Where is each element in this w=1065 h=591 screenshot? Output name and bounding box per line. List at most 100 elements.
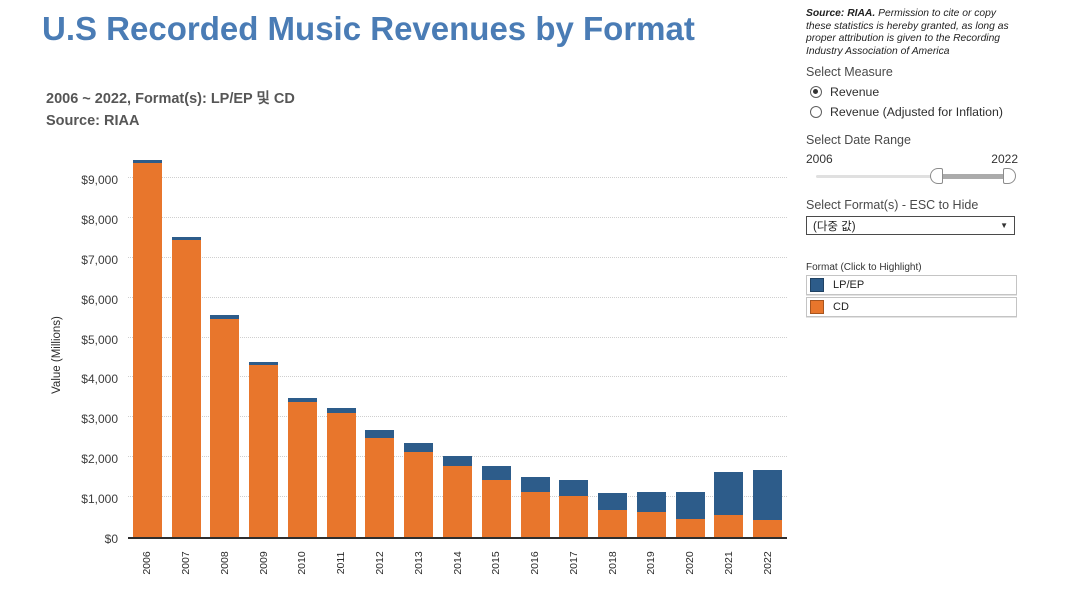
cd-segment[interactable] xyxy=(714,515,744,537)
x-tick-label: 2017 xyxy=(567,551,580,575)
select-measure-label: Select Measure xyxy=(806,65,893,80)
lpep-segment[interactable] xyxy=(753,469,783,521)
format-dropdown[interactable]: (다중 값) ▼ xyxy=(806,216,1015,236)
cd-segment[interactable] xyxy=(132,163,162,537)
lpep-segment[interactable] xyxy=(636,492,666,513)
x-axis-label-cell: 2011 xyxy=(322,543,361,583)
plot-area xyxy=(128,158,787,539)
lpep-segment[interactable] xyxy=(404,443,434,453)
cd-segment[interactable] xyxy=(636,512,666,537)
legend-title: Format (Click to Highlight) xyxy=(806,262,922,274)
bar-2016[interactable] xyxy=(516,477,555,537)
bar-2007[interactable] xyxy=(167,236,206,537)
radio-button-icon[interactable] xyxy=(810,86,822,99)
y-tick-label: $5,000 xyxy=(81,332,118,347)
bar-2019[interactable] xyxy=(632,492,671,537)
cd-color-swatch-icon xyxy=(810,300,824,315)
x-axis-label-cell: 2012 xyxy=(361,543,400,583)
format-dropdown-value: (다중 값) xyxy=(813,220,856,233)
cd-segment[interactable] xyxy=(404,452,434,537)
cd-segment[interactable] xyxy=(598,510,628,537)
slider-labels: 2006 2022 xyxy=(806,152,1018,166)
bar-2013[interactable] xyxy=(399,443,438,537)
legend-item-cd[interactable]: CD xyxy=(806,297,1017,318)
source-attribution: Source: RIAA. Permission to cite or copy… xyxy=(806,8,1018,58)
bar-2011[interactable] xyxy=(322,407,361,537)
control-panel: Source: RIAA. Permission to cite or copy… xyxy=(806,8,1018,318)
bar-2020[interactable] xyxy=(671,491,710,537)
source-attribution-bold: Source: RIAA. xyxy=(806,8,876,19)
bar-2006[interactable] xyxy=(128,159,167,537)
cd-segment[interactable] xyxy=(559,496,589,537)
radio-button-icon[interactable] xyxy=(810,106,822,119)
bar-2009[interactable] xyxy=(244,361,283,537)
x-tick-label: 2007 xyxy=(180,551,193,575)
lpep-segment[interactable] xyxy=(559,479,589,497)
bar-2017[interactable] xyxy=(554,479,593,537)
y-tick-label: $9,000 xyxy=(81,172,118,187)
cd-segment[interactable] xyxy=(753,520,783,537)
x-axis-label-cell: 2020 xyxy=(671,543,710,583)
x-tick-label: 2009 xyxy=(257,551,270,575)
lpep-segment[interactable] xyxy=(520,477,550,492)
x-tick-label: 2012 xyxy=(373,551,386,575)
date-range-slider[interactable] xyxy=(816,168,1017,185)
cd-segment[interactable] xyxy=(249,364,279,537)
cd-segment[interactable] xyxy=(443,465,472,537)
bar-series xyxy=(128,158,787,537)
x-axis-label-cell: 2009 xyxy=(244,543,283,583)
x-axis-label-cell: 2006 xyxy=(128,543,167,583)
bar-2022[interactable] xyxy=(748,469,787,537)
x-axis-label-cell: 2015 xyxy=(477,543,516,583)
lpep-segment[interactable] xyxy=(365,430,395,438)
slider-handle-left[interactable] xyxy=(930,168,944,185)
y-tick-label: $1,000 xyxy=(81,492,118,507)
y-tick-label: $8,000 xyxy=(81,212,118,227)
x-tick-label: 2020 xyxy=(684,551,697,575)
bar-2021[interactable] xyxy=(709,471,748,537)
legend-item-label: LP/EP xyxy=(833,279,865,292)
bar-2014[interactable] xyxy=(438,456,477,537)
chevron-down-icon: ▼ xyxy=(1000,221,1008,231)
cd-segment[interactable] xyxy=(171,239,201,537)
y-tick-label: $4,000 xyxy=(81,372,118,387)
y-tick-label: $2,000 xyxy=(81,452,118,467)
lpep-segment[interactable] xyxy=(443,456,472,466)
radio-option-revenue-inflation[interactable]: Revenue (Adjusted for Inflation) xyxy=(806,105,1018,119)
lpep-segment[interactable] xyxy=(481,465,511,481)
x-axis-label-cell: 2014 xyxy=(438,543,477,583)
x-tick-label: 2011 xyxy=(335,551,348,575)
cd-segment[interactable] xyxy=(287,401,317,537)
x-tick-label: 2016 xyxy=(529,551,542,575)
bar-2010[interactable] xyxy=(283,398,322,537)
lpep-segment[interactable] xyxy=(675,491,705,520)
radio-label: Revenue xyxy=(830,85,880,100)
x-axis-label-cell: 2019 xyxy=(632,543,671,583)
x-tick-label: 2010 xyxy=(296,551,309,575)
x-axis-label-cell: 2021 xyxy=(709,543,748,583)
bar-2012[interactable] xyxy=(361,430,400,537)
cd-segment[interactable] xyxy=(210,318,240,537)
legend-item-label: CD xyxy=(833,301,849,314)
x-tick-label: 2021 xyxy=(722,551,735,575)
lpep-segment[interactable] xyxy=(714,471,744,516)
cd-segment[interactable] xyxy=(365,438,395,537)
x-tick-label: 2006 xyxy=(141,551,154,575)
x-axis-label-cell: 2010 xyxy=(283,543,322,583)
x-tick-label: 2014 xyxy=(451,551,464,575)
cd-segment[interactable] xyxy=(481,480,511,537)
radio-option-revenue[interactable]: Revenue xyxy=(806,85,1018,99)
slider-selected-range[interactable] xyxy=(937,174,1009,180)
cd-segment[interactable] xyxy=(520,491,550,537)
x-axis-label-cell: 2016 xyxy=(516,543,555,583)
slider-handle-right[interactable] xyxy=(1003,168,1017,185)
lpep-segment[interactable] xyxy=(598,493,628,511)
cd-segment[interactable] xyxy=(326,413,356,537)
x-axis-label-cell: 2018 xyxy=(593,543,632,583)
bar-2018[interactable] xyxy=(593,493,632,537)
bar-2008[interactable] xyxy=(206,314,245,537)
bar-2015[interactable] xyxy=(477,465,516,537)
legend-item-lpep[interactable]: LP/EP xyxy=(806,275,1017,296)
cd-segment[interactable] xyxy=(675,519,705,537)
x-axis-label-cell: 2008 xyxy=(206,543,245,583)
